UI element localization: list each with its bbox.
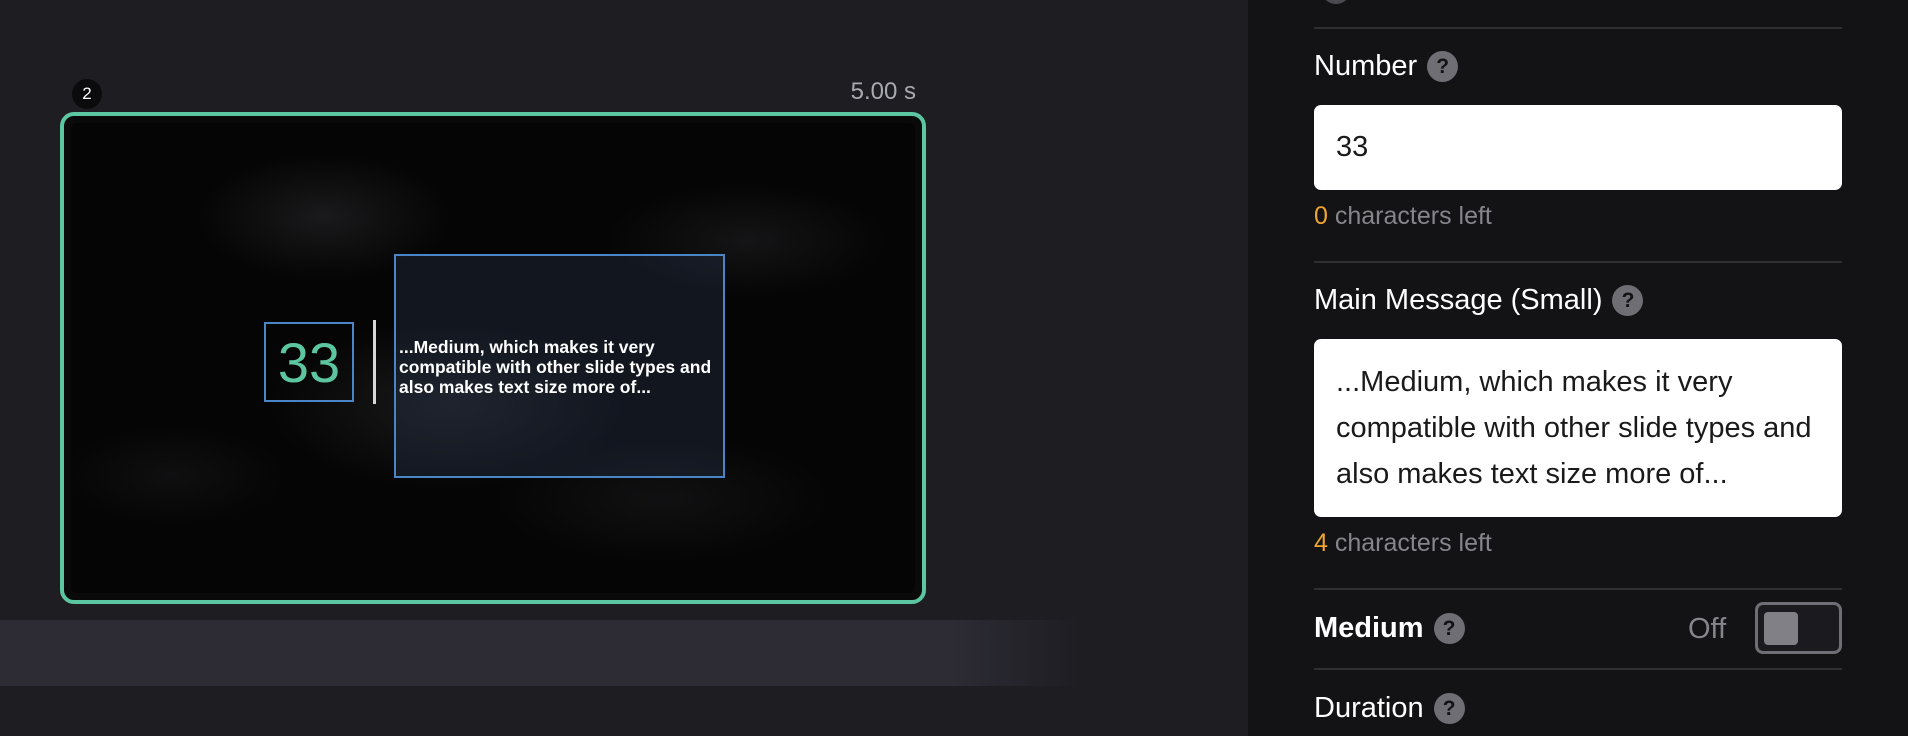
slide-preview-number[interactable]: 33	[264, 322, 354, 402]
number-field-label: Number ?	[1314, 50, 1459, 83]
duration-label-text: Duration	[1314, 692, 1424, 724]
message-counter-suffix: characters left	[1327, 529, 1492, 557]
message-characters-left: 4 characters left	[1314, 529, 1492, 558]
section-divider	[1314, 261, 1842, 263]
number-input[interactable]: 33	[1314, 105, 1842, 190]
properties-panel: Number ? 33 0 characters left Main Messa…	[1248, 0, 1908, 736]
slide-index-badge: 2	[72, 79, 102, 109]
number-counter-value: 0	[1314, 202, 1328, 230]
message-label-text: Main Message (Small)	[1314, 284, 1603, 316]
toggle-knob	[1764, 612, 1798, 645]
section-divider	[1314, 588, 1842, 590]
medium-help-icon[interactable]: ?	[1433, 613, 1465, 644]
medium-label-text: Medium	[1314, 612, 1424, 644]
slide-thumbnail-selected[interactable]: 33 ...Medium, which makes it very compat…	[60, 112, 926, 604]
message-field-label: Main Message (Small) ?	[1314, 284, 1644, 317]
duration-help-icon[interactable]: ?	[1433, 693, 1465, 724]
slide-preview-divider	[373, 320, 376, 404]
medium-toggle-switch[interactable]	[1755, 602, 1842, 654]
number-counter-suffix: characters left	[1327, 202, 1492, 230]
number-help-icon[interactable]: ?	[1427, 51, 1459, 82]
number-label-text: Number	[1314, 50, 1418, 82]
slide-preview-canvas: 33 ...Medium, which makes it very compat…	[71, 123, 915, 593]
message-counter-value: 4	[1314, 529, 1328, 557]
timeline-strip[interactable]	[0, 620, 1080, 686]
medium-toggle-label: Medium ?	[1314, 612, 1465, 645]
section-divider	[1314, 668, 1842, 670]
number-characters-left: 0 characters left	[1314, 202, 1492, 231]
section-divider	[1314, 27, 1842, 29]
duration-field-label: Duration ?	[1314, 692, 1465, 725]
medium-toggle-state: Off	[1688, 613, 1727, 645]
message-textarea[interactable]: ...Medium, which makes it very compatibl…	[1314, 339, 1842, 517]
collapsed-help-icon[interactable]	[1321, 0, 1351, 4]
slide-duration-label: 5.00 s	[850, 78, 916, 105]
slide-preview-message[interactable]: ...Medium, which makes it very compatibl…	[394, 254, 725, 478]
message-help-icon[interactable]: ?	[1612, 285, 1644, 316]
slide-editor-area: 2 5.00 s 33 ...Medium, which makes it ve…	[0, 0, 1248, 736]
